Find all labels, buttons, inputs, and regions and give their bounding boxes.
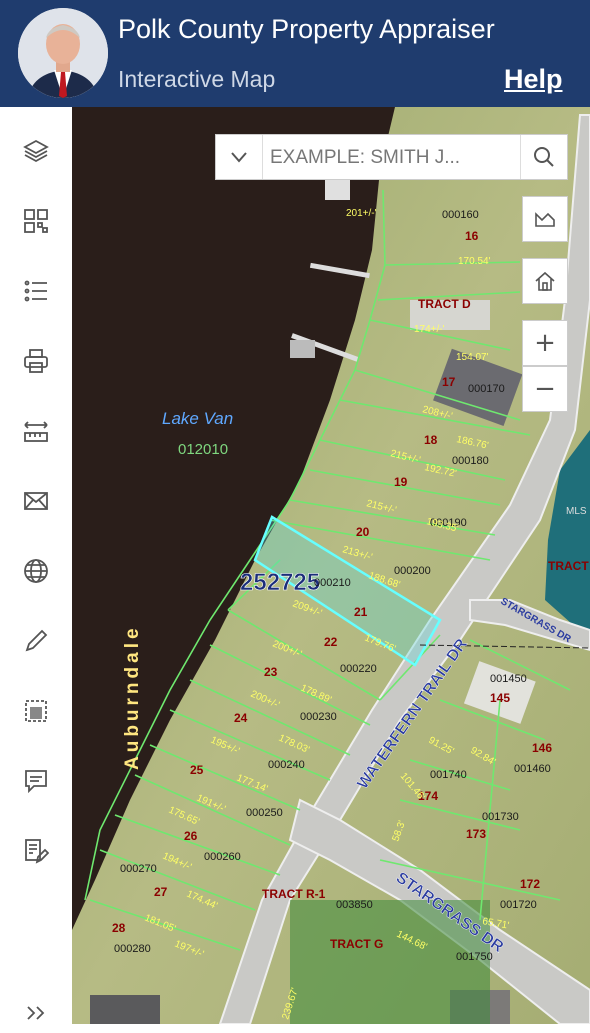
lot-number: 173: [466, 827, 486, 841]
lot-number: 18: [424, 433, 438, 447]
parcel-id: 000170: [468, 383, 505, 395]
parcel-id: 000260: [204, 851, 241, 863]
home-button[interactable]: [522, 258, 568, 304]
tract-label: TRACT G: [330, 937, 383, 951]
house: [90, 995, 160, 1024]
lake-label: Lake Van: [162, 409, 233, 428]
legend-list-icon[interactable]: [16, 271, 56, 311]
lot-number: 25: [190, 763, 204, 777]
boathouse: [290, 340, 315, 358]
search-bar: [215, 134, 568, 180]
lot-number: 20: [356, 525, 370, 539]
search-button[interactable]: [520, 135, 567, 179]
layers-icon[interactable]: [16, 131, 56, 171]
lot-number: 24: [234, 711, 248, 725]
parcel-id: 000270: [120, 863, 157, 875]
search-type-dropdown[interactable]: [216, 135, 263, 179]
globe-icon[interactable]: [16, 551, 56, 591]
app-title: Polk County Property Appraiser: [118, 14, 495, 44]
lot-number: 21: [354, 605, 368, 619]
tract-label: TRACT D: [418, 297, 471, 311]
select-area-icon[interactable]: [16, 691, 56, 731]
parcel-id: 000250: [246, 807, 283, 819]
tract-label: TRACT E: [548, 559, 590, 573]
edit-form-icon[interactable]: [16, 831, 56, 871]
email-icon[interactable]: [16, 481, 56, 521]
parcel-id: 000280: [114, 943, 151, 955]
parcel-id: 000200: [394, 565, 431, 577]
zoom-in-button[interactable]: +: [522, 320, 568, 366]
lot-number: 19: [394, 475, 408, 489]
home-icon: [535, 271, 555, 291]
parcel-id: 000180: [452, 455, 489, 467]
parcel-id: 001750: [456, 951, 493, 963]
lot-number: 16: [465, 229, 479, 243]
lake-id-label: 012010: [178, 441, 228, 458]
dimension-label: 170.54': [458, 256, 491, 267]
dimension-label: 154.07': [456, 352, 489, 363]
basemap-button[interactable]: [522, 196, 568, 242]
expand-icon[interactable]: [16, 993, 56, 1033]
lot-number: 28: [112, 921, 126, 935]
map-view[interactable]: Lake Van 012010 Auburndale 252725 WATERF…: [72, 107, 590, 1024]
pencil-icon[interactable]: [16, 621, 56, 661]
lot-number: 145: [490, 691, 510, 705]
app-subtitle: Interactive Map: [118, 66, 276, 92]
dock: [325, 180, 350, 200]
qr-code-icon[interactable]: [16, 201, 56, 241]
parcel-id: 000210: [314, 577, 351, 589]
parcel-id: 000230: [300, 711, 337, 723]
dimension-label: 174+/-': [414, 324, 445, 335]
avatar: [18, 8, 108, 98]
comment-icon[interactable]: [16, 761, 56, 801]
city-label: Auburndale: [122, 624, 143, 770]
lot-number: 26: [184, 829, 198, 843]
chevron-down-icon: [231, 152, 247, 163]
watermark: MLS: [566, 506, 587, 517]
parcel-id: 001730: [482, 811, 519, 823]
sidebar: [0, 107, 73, 1024]
dimension-label: 201+/-': [346, 208, 377, 219]
help-link[interactable]: Help: [504, 64, 563, 95]
search-icon: [534, 147, 554, 167]
tract-label: TRACT R-1: [262, 887, 326, 901]
search-input[interactable]: [268, 141, 522, 175]
print-icon[interactable]: [16, 341, 56, 381]
lot-number: 22: [324, 635, 338, 649]
zoom-out-button[interactable]: −: [522, 366, 568, 412]
lot-number: 27: [154, 885, 168, 899]
map-icon: [535, 212, 555, 227]
parcel-id: 001460: [514, 763, 551, 775]
lot-number: 23: [264, 665, 278, 679]
parcel-id: 001450: [490, 673, 527, 685]
app-header: Polk County Property Appraiser Interacti…: [0, 0, 590, 107]
lot-number: 17: [442, 375, 456, 389]
lot-number: 146: [532, 741, 552, 755]
parcel-id: 000160: [442, 209, 479, 221]
parcel-id: 000240: [268, 759, 305, 771]
parcel-id: 003850: [336, 899, 373, 911]
parcel-id: 000220: [340, 663, 377, 675]
lot-number: 172: [520, 877, 540, 891]
parcel-id: 001740: [430, 769, 467, 781]
parcel-id: 001720: [500, 899, 537, 911]
measure-icon[interactable]: [16, 411, 56, 451]
highlighted-parcel-label: 252725: [240, 569, 320, 596]
